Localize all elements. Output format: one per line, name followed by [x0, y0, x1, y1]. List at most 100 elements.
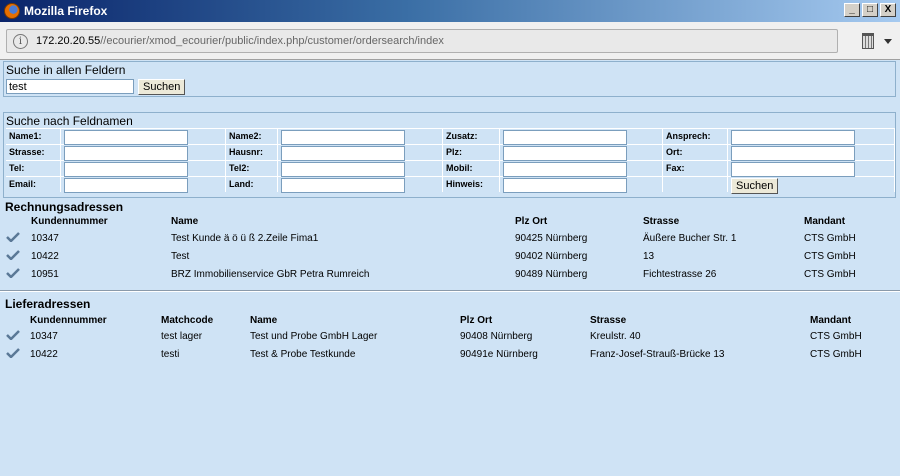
rechnung-cell: 10422 [31, 251, 59, 262]
label-strasse: Strasse: [6, 145, 61, 160]
label-hinweis: Hinweis: [443, 177, 500, 192]
search-fields-grid: Name1: Name2: Zusatz: Ansprech: Strasse:… [6, 128, 895, 194]
liefer-cell: 90408 Nürnberg [460, 331, 533, 342]
label-email: Email: [6, 177, 61, 192]
navigation-bar: i 172.20.20.55//ecourier/xmod_ecourier/p… [0, 22, 900, 60]
rechnung-cell: 10951 [31, 269, 59, 280]
chevron-down-icon[interactable] [884, 38, 892, 44]
liefer-cell: Kreulstr. 40 [590, 331, 641, 342]
liefer-header-plz-ort: Plz Ort [460, 315, 493, 326]
page-content: Suche in allen Feldern Suchen Suche nach… [0, 60, 900, 476]
rechnung-title: Rechnungsadressen [5, 200, 124, 214]
search-all-title: Suche in allen Feldern [6, 63, 126, 77]
url-host: 172.20.20.55 [36, 35, 101, 47]
url-path: //ecourier/xmod_ecourier/public/index.ph… [100, 35, 444, 47]
liefer-cell: Franz-Josef-Strauß-Brücke 13 [590, 349, 725, 360]
rechnung-cell: CTS GmbH [804, 251, 856, 262]
search-all-panel: Suche in allen Feldern Suchen [3, 61, 896, 97]
firefox-icon [4, 3, 20, 19]
select-check-icon[interactable] [6, 232, 20, 242]
liefer-title: Lieferadressen [5, 297, 91, 311]
fax-field[interactable] [731, 162, 855, 177]
rechnung-cell: CTS GmbH [804, 269, 856, 280]
rechnung-cell: BRZ Immobilienservice GbR Petra Rumreich [171, 269, 370, 280]
url-text[interactable]: 172.20.20.55//ecourier/xmod_ecourier/pub… [36, 35, 444, 47]
liefer-header-kundennummer: Kundennummer [30, 315, 107, 326]
label-tel2: Tel2: [226, 161, 278, 176]
strasse-field[interactable] [64, 146, 188, 161]
liefer-cell: 90491e Nürnberg [460, 349, 538, 360]
rechnung-header-strasse: Strasse [643, 216, 680, 227]
liefer-cell: testi [161, 349, 180, 360]
name1-field[interactable] [64, 130, 188, 145]
label-ansprech: Ansprech: [663, 129, 728, 144]
rechnung-header-name: Name [171, 216, 199, 227]
label-zusatz: Zusatz: [443, 129, 500, 144]
liefer-cell: test lager [161, 331, 203, 342]
liefer-header-mandant: Mandant [810, 315, 852, 326]
label-tel: Tel: [6, 161, 61, 176]
liefer-cell: 10422 [30, 349, 58, 360]
search-fields-title: Suche nach Feldnamen [6, 114, 133, 128]
close-button[interactable]: X [880, 3, 896, 17]
liefer-header-strasse: Strasse [590, 315, 627, 326]
select-check-icon[interactable] [6, 268, 20, 278]
minimize-button[interactable]: _ [844, 3, 860, 17]
window-title: Mozilla Firefox [24, 4, 108, 18]
select-check-icon[interactable] [6, 330, 20, 340]
search-all-input[interactable] [6, 79, 134, 94]
rechnung-cell: Test Kunde ä ö ü ß 2.Zeile Fima1 [171, 233, 319, 244]
rechnung-header-mandant: Mandant [804, 216, 846, 227]
select-check-icon[interactable] [6, 348, 20, 358]
rechnung-cell: Fichtestrasse 26 [643, 269, 717, 280]
window-controls: _ □ X [844, 3, 896, 17]
liefer-header-matchcode: Matchcode [161, 315, 214, 326]
info-icon[interactable]: i [13, 34, 28, 49]
hausnr-field[interactable] [281, 146, 405, 161]
liefer-cell: 10347 [30, 331, 58, 342]
rechnung-header-kundennummer: Kundennummer [31, 216, 108, 227]
hinweis-field[interactable] [503, 178, 627, 193]
mobil-field[interactable] [503, 162, 627, 177]
plz-field[interactable] [503, 146, 627, 161]
label-fax: Fax: [663, 161, 728, 176]
rechnung-cell: 10347 [31, 233, 59, 244]
label-plz: Plz: [443, 145, 500, 160]
label-hausnr: Hausnr: [226, 145, 278, 160]
label-name1: Name1: [6, 129, 61, 144]
rechnung-cell: 90425 Nürnberg [515, 233, 588, 244]
ansprech-field[interactable] [731, 130, 855, 145]
tel-field[interactable] [64, 162, 188, 177]
land-field[interactable] [281, 178, 405, 193]
section-divider [0, 290, 900, 292]
rechnung-cell: CTS GmbH [804, 233, 856, 244]
rechnung-cell: Test [171, 251, 190, 262]
liefer-cell: Test & Probe Testkunde [250, 349, 356, 360]
ort-field[interactable] [731, 146, 855, 161]
email-field[interactable] [64, 178, 188, 193]
name2-field[interactable] [281, 130, 405, 145]
label-ort: Ort: [663, 145, 728, 160]
label-name2: Name2: [226, 129, 278, 144]
rechnung-cell: Äußere Bucher Str. 1 [643, 233, 737, 244]
zusatz-field[interactable] [503, 130, 627, 145]
nav-actions [862, 33, 892, 49]
rechnung-header-plz-ort: Plz Ort [515, 216, 548, 227]
search-fields-panel: Suche nach Feldnamen Name1: Name2: Zusat… [3, 112, 896, 198]
liefer-cell: Test und Probe GmbH Lager [250, 331, 378, 342]
label-mobil: Mobil: [443, 161, 500, 176]
select-check-icon[interactable] [6, 250, 20, 260]
tel2-field[interactable] [281, 162, 405, 177]
search-all-button[interactable]: Suchen [138, 79, 186, 95]
trash-icon[interactable] [862, 33, 874, 49]
rechnung-cell: 90402 Nürnberg [515, 251, 588, 262]
search-fields-button[interactable]: Suchen [731, 178, 779, 194]
url-bar[interactable]: i 172.20.20.55//ecourier/xmod_ecourier/p… [6, 29, 838, 53]
label-land: Land: [226, 177, 278, 192]
rechnung-cell: 13 [643, 251, 655, 262]
maximize-button[interactable]: □ [862, 3, 878, 17]
liefer-header-name: Name [250, 315, 278, 326]
liefer-cell: CTS GmbH [810, 331, 862, 342]
liefer-cell: CTS GmbH [810, 349, 862, 360]
window-titlebar: Mozilla Firefox _ □ X [0, 0, 900, 22]
